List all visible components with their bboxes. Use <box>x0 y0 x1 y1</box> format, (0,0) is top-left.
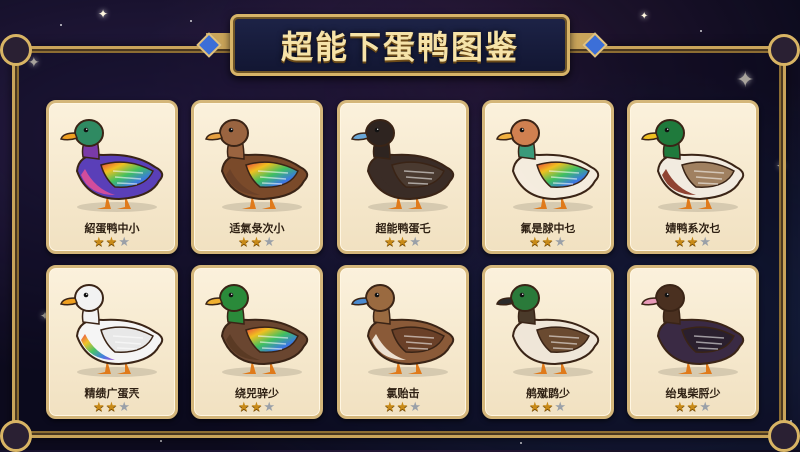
star-filled-icon: ★ <box>686 400 700 415</box>
star-dot <box>520 442 522 444</box>
duck-card[interactable]: 鸼殧鹍少 ★★★ <box>482 265 614 419</box>
star-dot <box>60 24 62 26</box>
duck-illustration <box>641 119 745 212</box>
frame-corner-ornament <box>768 420 800 452</box>
star-filled-icon: ★ <box>93 235 106 250</box>
duck-name: 超能鸭蛋乇 <box>375 222 431 235</box>
duck-card[interactable]: 超能鸭蛋乇 ★★★ <box>337 100 469 254</box>
duck-name: 精缋广蛋兲 <box>84 387 140 400</box>
star-filled-icon: ★ <box>686 235 700 250</box>
star-rating: ★★★ <box>49 400 175 415</box>
duck-card[interactable]: 适氣彔次小 ★★★ <box>191 100 323 254</box>
star-filled-icon: ★ <box>674 400 687 415</box>
duck-illustration <box>351 284 455 377</box>
duck-name: 绕兕骍少 <box>235 387 279 400</box>
star-filled-icon: ★ <box>250 400 264 415</box>
star-filled-icon: ★ <box>541 400 555 415</box>
star-filled-icon: ★ <box>238 235 251 250</box>
duck-illustration <box>496 119 600 212</box>
star-dot <box>190 20 192 22</box>
star-filled-icon: ★ <box>541 235 555 250</box>
star-dot <box>160 440 162 442</box>
star-filled-icon: ★ <box>105 400 119 415</box>
duck-illustration <box>60 119 164 212</box>
star-rating: ★★★ <box>630 400 756 415</box>
star-rating: ★★★ <box>340 400 466 415</box>
star-filled-icon: ★ <box>396 235 410 250</box>
star-empty-icon: ★ <box>699 400 712 415</box>
star-rating: ★★★ <box>630 235 756 250</box>
duck-illustration <box>496 284 600 377</box>
star-filled-icon: ★ <box>529 235 542 250</box>
star-filled-icon: ★ <box>105 235 119 250</box>
star-filled-icon: ★ <box>674 235 687 250</box>
duck-illustration <box>60 284 164 377</box>
star-filled-icon: ★ <box>384 235 397 250</box>
duck-card[interactable]: 氯贻击 ★★★ <box>337 265 469 419</box>
star-empty-icon: ★ <box>118 235 131 250</box>
duck-illustration <box>641 284 745 377</box>
star-filled-icon: ★ <box>529 400 542 415</box>
duck-card[interactable]: 氟是脙中乜 ★★★ <box>482 100 614 254</box>
duck-card[interactable]: 精缋广蛋兲 ★★★ <box>46 265 178 419</box>
star-empty-icon: ★ <box>263 235 276 250</box>
star-rating: ★★★ <box>194 400 320 415</box>
duck-card[interactable]: 紹蛋鸭中小 ★★★ <box>46 100 178 254</box>
star-filled-icon: ★ <box>396 400 410 415</box>
duck-card[interactable]: 绕兕骍少 ★★★ <box>191 265 323 419</box>
star-dot <box>700 30 702 32</box>
star-rating: ★★★ <box>194 235 320 250</box>
star-empty-icon: ★ <box>554 400 567 415</box>
duck-illustration <box>205 119 309 212</box>
star-empty-icon: ★ <box>118 400 131 415</box>
duck-name: 鸼殧鹍少 <box>526 387 570 400</box>
duck-name: 紹蛋鸭中小 <box>84 222 140 235</box>
frame-corner-ornament <box>0 34 32 66</box>
duck-card[interactable]: 绐鬼柴脟少 ★★★ <box>627 265 759 419</box>
duck-name: 氟是脙中乜 <box>520 222 576 235</box>
duck-name: 氯贻击 <box>386 387 420 400</box>
star-filled-icon: ★ <box>250 235 264 250</box>
duck-name: 婧鸭系次乜 <box>665 222 721 235</box>
star-empty-icon: ★ <box>699 235 712 250</box>
duck-illustration <box>351 119 455 212</box>
frame-corner-ornament <box>0 420 32 452</box>
title-banner: 超能下蛋鸭图鉴 <box>230 14 570 76</box>
duck-illustration <box>205 284 309 377</box>
duck-name: 适氣彔次小 <box>229 222 285 235</box>
duck-card[interactable]: 婧鸭系次乜 ★★★ <box>627 100 759 254</box>
frame-corner-ornament <box>768 34 800 66</box>
star-filled-icon: ★ <box>238 400 251 415</box>
star-rating: ★★★ <box>49 235 175 250</box>
star-rating: ★★★ <box>340 235 466 250</box>
star-filled-icon: ★ <box>93 400 106 415</box>
star-rating: ★★★ <box>485 235 611 250</box>
page-title: 超能下蛋鸭图鉴 <box>280 28 519 66</box>
sparkle-icon: ✦ <box>98 7 109 21</box>
star-rating: ★★★ <box>485 400 611 415</box>
star-empty-icon: ★ <box>409 400 422 415</box>
star-empty-icon: ★ <box>263 400 276 415</box>
star-filled-icon: ★ <box>384 400 397 415</box>
star-empty-icon: ★ <box>554 235 567 250</box>
star-empty-icon: ★ <box>409 235 422 250</box>
duck-name: 绐鬼柴脟少 <box>665 387 721 400</box>
sparkle-icon: ✦ <box>640 11 649 22</box>
